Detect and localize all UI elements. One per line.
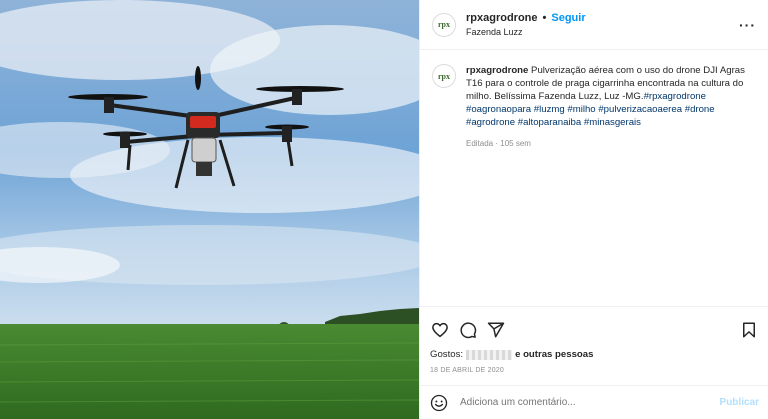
hashtag[interactable]: #minasgerais (584, 117, 641, 128)
redacted-username (466, 349, 513, 360)
hashtag[interactable]: #rpxagrodrone (644, 91, 706, 102)
share-icon[interactable] (486, 320, 506, 340)
post-header: rpx rpxagrodrone • Seguir Fazenda Luzz ·… (420, 0, 768, 50)
hashtag[interactable]: #oagronaopara (466, 104, 531, 115)
caption-avatar[interactable]: rpx (432, 64, 456, 88)
likes-prefix: Gostos: (430, 349, 464, 360)
header-text: rpxagrodrone • Seguir Fazenda Luzz (466, 12, 586, 37)
hashtag[interactable]: #luzmg (534, 104, 565, 115)
hashtag[interactable]: #milho (567, 104, 595, 115)
more-options-icon[interactable]: ··· (739, 17, 756, 33)
comment-input[interactable] (460, 397, 720, 408)
drone-photo-illustration (0, 0, 419, 419)
likes-summary: Gostos: e outras pessoas (420, 343, 768, 360)
instagram-post: rpx rpxagrodrone • Seguir Fazenda Luzz ·… (0, 0, 768, 419)
caption-block: rpx rpxagrodrone Pulverização aérea com … (420, 50, 768, 150)
publish-button[interactable]: Publicar (720, 397, 759, 408)
bookmark-icon[interactable] (739, 320, 759, 340)
action-section: Gostos: e outras pessoas 18 DE ABRIL DE … (420, 306, 768, 374)
hashtag[interactable]: #drone (685, 104, 715, 115)
comment-bar: Publicar (420, 385, 768, 419)
heart-icon[interactable] (430, 320, 450, 340)
post-photo[interactable] (0, 0, 419, 419)
caption-body: rpxagrodrone Pulverização aérea com o us… (466, 64, 756, 150)
avatar[interactable]: rpx (432, 12, 456, 37)
hashtag[interactable]: #altoparanaiba (518, 117, 581, 128)
hashtag[interactable]: #pulverizacaoaerea (598, 104, 682, 115)
header-line: rpxagrodrone • Seguir (466, 12, 586, 24)
emoji-icon[interactable] (430, 394, 448, 412)
likes-suffix[interactable]: e outras pessoas (515, 349, 593, 360)
location-link[interactable]: Fazenda Luzz (466, 27, 586, 37)
author-username[interactable]: rpxagrodrone (466, 12, 538, 24)
caption-username[interactable]: rpxagrodrone (466, 65, 528, 76)
action-icons (420, 307, 768, 343)
caption-meta: Editada · 105 sem (466, 139, 531, 148)
separator-dot: • (542, 12, 547, 24)
follow-button[interactable]: Seguir (551, 12, 585, 24)
comment-icon[interactable] (458, 320, 478, 340)
post-date[interactable]: 18 DE ABRIL DE 2020 (420, 360, 768, 374)
hashtag[interactable]: #agrodrone (466, 117, 515, 128)
post-sidebar: rpx rpxagrodrone • Seguir Fazenda Luzz ·… (419, 0, 768, 419)
